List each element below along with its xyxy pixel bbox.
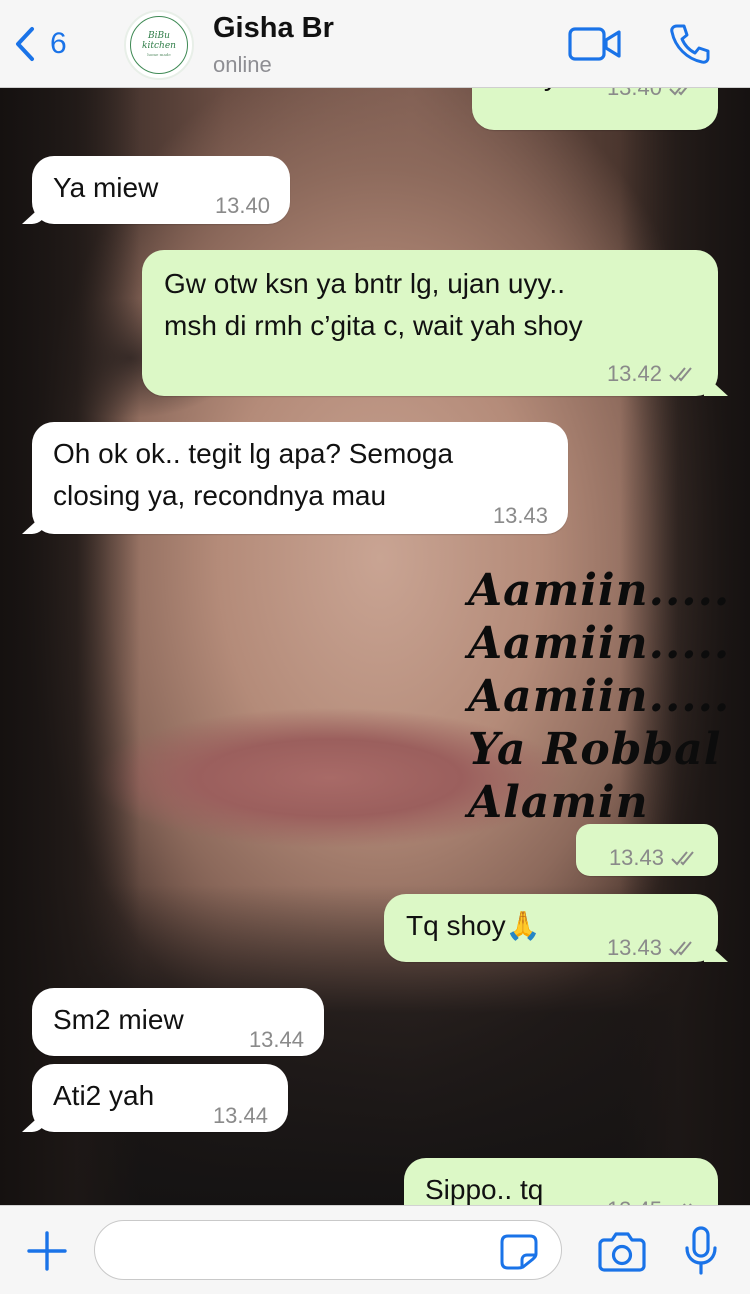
message-bubble-outgoing[interactable]: Gw otw ksn ya bntr lg, ujan uyy.. msh di… [142,250,718,396]
message-text: Tq shoy [406,910,506,941]
sticker-line: Aamiin..... [468,671,731,722]
message-meta: 13.42 [607,354,698,394]
praying-hands-emoji: 🙏 [505,910,541,941]
sticker-line: Aamiin..... [468,618,731,669]
sticker-line: Aamiin..... [468,565,731,616]
message-text-line: closing ya, recondnya mau [53,480,387,511]
message-bubble-incoming[interactable]: Sm2 miew 13.44 [32,988,324,1056]
message-input[interactable] [94,1220,562,1280]
message-time: 13.45 [607,1190,662,1205]
double-check-icon [669,367,692,382]
chevron-left-icon [16,27,34,61]
message-text-line: Gw otw ksn ya bntr lg, ujan uyy.. [164,268,565,299]
double-check-icon [669,941,692,956]
phone-icon[interactable] [668,22,712,66]
back-button[interactable]: 6 [14,20,94,68]
message-bubble-outgoing[interactable]: Sippo.. tq 13.45 [404,1158,718,1205]
message-time: 13.43 [606,935,662,960]
plus-icon[interactable] [26,1230,68,1272]
sticker-icon[interactable] [500,1234,538,1270]
contact-status: online [213,52,272,77]
message-text: Ya miew [53,172,159,203]
video-call-icon[interactable] [568,26,622,62]
message-bubble-outgoing[interactable]: Tq shoy🙏 13.43 [384,894,718,962]
message-text-line: Oh ok ok.. tegit lg apa? Semoga [53,438,454,469]
message-time: 13.44 [248,1027,304,1052]
double-check-icon [669,88,688,96]
message-text: Sippo.. tq [425,1174,544,1205]
message-meta: 13.43 [609,838,700,878]
message-bubble-incoming[interactable]: Oh ok ok.. tegit lg apa? Semoga closing … [32,422,568,534]
sticker-line: Alamin [468,777,649,828]
message-text: Sm2 miew [53,1004,184,1035]
sticker-time-badge: 13.43 [576,824,718,876]
message-text: Ati2 yah [53,1080,155,1111]
message-bubble-incoming[interactable]: Ati2 yah 13.44 [32,1064,288,1132]
message-time: 13.43 [608,845,664,870]
message-time: 13.40 [214,193,270,218]
unread-count: 6 [50,27,67,60]
message-meta: 13.40 [607,88,698,108]
message-time: 13.44 [212,1103,268,1128]
double-check-icon [671,851,694,866]
message-time: 13.42 [606,361,662,386]
message-bubble-outgoing[interactable]: Shoy 13.40 [472,88,718,130]
camera-icon[interactable] [598,1230,646,1272]
avatar-logo: BiBu kitchen home made [130,16,188,74]
message-text: Shoy [494,88,558,96]
avatar[interactable]: BiBu kitchen home made [124,10,194,80]
message-text-wrap: Tq shoy🙏 [406,906,540,946]
message-time: 13.43 [492,503,548,528]
sticker-line: Ya Robbal [468,724,722,775]
chat-background: Shoy 13.40 Ya miew 13.40 Gw otw ksn ya b… [0,88,750,1205]
message-bubble-incoming[interactable]: Ya miew 13.40 [32,156,290,224]
message-time: 13.40 [607,88,662,108]
sticker-message[interactable]: Aamiin..... Aamiin..... Aamiin..... Ya R… [468,564,730,829]
microphone-icon[interactable] [684,1226,718,1276]
message-meta: 13.45 [607,1190,698,1205]
chat-header: 6 BiBu kitchen home made Gisha Br online [0,0,750,88]
contact-name[interactable]: Gisha Br [213,12,334,45]
message-meta: 13.43 [607,928,698,968]
message-text-line: msh di rmh c’gita c, wait yah shoy [164,310,583,341]
composer-bar [0,1205,750,1294]
